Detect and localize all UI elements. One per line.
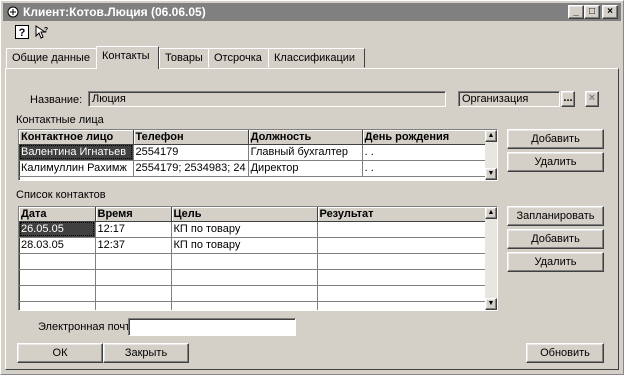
table-cell[interactable] <box>171 285 318 302</box>
contacts-list-title: Список контактов <box>16 189 106 201</box>
column-header[interactable]: День рождения <box>362 130 487 145</box>
name-field[interactable]: Люция <box>88 91 446 107</box>
whats-this-icon[interactable]: ? <box>35 25 49 39</box>
table-cell[interactable]: . . <box>362 144 487 161</box>
browse-button[interactable]: ... <box>561 91 575 107</box>
contacts-list-scrollbar[interactable]: ▲ ▼ <box>485 207 497 310</box>
column-header[interactable]: Цель <box>171 207 318 222</box>
contact-persons-header: Контактное лицо Телефон Должность День р… <box>19 130 487 145</box>
table-cell[interactable]: Главный бухгалтер <box>248 144 363 161</box>
table-cell[interactable] <box>95 253 172 270</box>
table-row[interactable]: Калимуллин Рахимж 2554179; 2534983; 24 Д… <box>19 160 487 177</box>
add-contact-person-button[interactable]: Добавить <box>507 129 604 149</box>
add-contact-button[interactable]: Добавить <box>507 229 604 249</box>
table-cell[interactable] <box>317 301 486 310</box>
tab-deferral[interactable]: Отсрочка <box>208 48 269 68</box>
table-cell[interactable] <box>317 285 486 302</box>
email-field[interactable] <box>128 318 296 336</box>
tab-classifications[interactable]: Классификации <box>268 48 365 68</box>
contact-persons-table: Контактное лицо Телефон Должность День р… <box>19 130 487 177</box>
svg-text:?: ? <box>19 27 26 39</box>
email-label: Электронная почта: <box>38 321 140 333</box>
column-header[interactable]: Телефон <box>133 130 249 145</box>
help-icon[interactable]: ? <box>15 25 29 39</box>
table-cell[interactable] <box>171 301 318 310</box>
tab-general[interactable]: Общие данные <box>6 48 97 68</box>
table-cell[interactable]: . . <box>362 160 487 177</box>
client-window: Клиент:Котов.Люция (06.06.05) _ □ × ? ? … <box>0 0 624 375</box>
column-header[interactable]: Дата <box>19 207 96 222</box>
org-type-field[interactable]: Организация <box>458 91 560 107</box>
refresh-button[interactable]: Обновить <box>526 343 604 363</box>
column-header[interactable]: Контактное лицо <box>19 130 134 145</box>
table-cell[interactable] <box>171 269 318 286</box>
table-cell[interactable]: 12:37 <box>95 237 172 254</box>
table-row[interactable] <box>19 253 486 270</box>
contacts-list-header: Дата Время Цель Результат <box>19 207 486 222</box>
close-dialog-button[interactable]: Закрыть <box>103 343 189 363</box>
table-cell[interactable] <box>95 301 172 310</box>
column-header[interactable]: Должность <box>248 130 363 145</box>
table-cell[interactable] <box>95 285 172 302</box>
scroll-down-icon[interactable]: ▼ <box>485 298 497 310</box>
table-cell[interactable]: Калимуллин Рахимж <box>19 160 134 177</box>
scroll-down-icon[interactable]: ▼ <box>485 168 497 180</box>
column-header[interactable]: Время <box>95 207 172 222</box>
maximize-button[interactable]: □ <box>584 5 600 19</box>
scroll-up-icon[interactable]: ▲ <box>485 207 497 219</box>
ok-button[interactable]: ОК <box>17 343 103 363</box>
table-cell[interactable]: 28.03.05 <box>19 237 96 254</box>
table-cell[interactable]: Директор <box>248 160 363 177</box>
table-cell[interactable]: Валентина Игнатьев <box>19 144 134 161</box>
title-bar[interactable]: Клиент:Котов.Люция (06.06.05) _ □ × <box>3 3 621 21</box>
table-cell[interactable] <box>95 269 172 286</box>
table-cell[interactable] <box>317 269 486 286</box>
close-button[interactable]: × <box>602 5 618 19</box>
table-row[interactable] <box>19 269 486 286</box>
contact-persons-title: Контактные лица <box>16 114 104 126</box>
contact-persons-scrollbar[interactable]: ▲ ▼ <box>485 130 497 180</box>
table-row[interactable]: 28.03.05 12:37 КП по товару <box>19 237 486 254</box>
window-title: Клиент:Котов.Люция (06.06.05) <box>23 5 206 19</box>
contacts-tab-panel: Название: Люция Организация ... × Контак… <box>5 68 619 370</box>
table-cell[interactable]: 2554179; 2534983; 24 <box>133 160 249 177</box>
table-cell[interactable] <box>19 269 96 286</box>
scroll-up-icon[interactable]: ▲ <box>485 130 497 142</box>
contacts-list-table: Дата Время Цель Результат 26.05.05 12:17… <box>19 207 486 310</box>
tab-contacts[interactable]: Контакты <box>96 46 159 69</box>
contacts-list-grid[interactable]: Дата Время Цель Результат 26.05.05 12:17… <box>18 206 498 311</box>
table-cell[interactable] <box>317 221 486 238</box>
table-row[interactable] <box>19 301 486 310</box>
tab-goods[interactable]: Товары <box>159 48 209 68</box>
table-cell[interactable]: КП по товару <box>171 237 318 254</box>
table-cell[interactable]: 2554179 <box>133 144 249 161</box>
table-cell[interactable] <box>317 253 486 270</box>
table-row[interactable] <box>19 285 486 302</box>
delete-contact-person-button[interactable]: Удалить <box>507 152 604 172</box>
table-cell[interactable]: 12:17 <box>95 221 172 238</box>
svg-text:?: ? <box>44 27 48 34</box>
plan-contact-button[interactable]: Запланировать <box>507 206 604 226</box>
table-cell[interactable]: 26.05.05 <box>19 221 96 238</box>
clear-button[interactable]: × <box>585 91 599 107</box>
column-header[interactable]: Результат <box>317 207 486 222</box>
table-cell[interactable] <box>19 253 96 270</box>
table-cell[interactable] <box>19 301 96 310</box>
minimize-button[interactable]: _ <box>568 5 584 19</box>
table-cell[interactable] <box>317 237 486 254</box>
table-row[interactable]: Валентина Игнатьев 2554179 Главный бухга… <box>19 144 487 161</box>
contact-persons-grid[interactable]: Контактное лицо Телефон Должность День р… <box>18 129 498 181</box>
name-label: Название: <box>30 94 83 106</box>
app-icon <box>7 6 19 18</box>
table-cell[interactable] <box>19 285 96 302</box>
table-cell[interactable]: КП по товару <box>171 221 318 238</box>
table-cell[interactable] <box>171 253 318 270</box>
table-row[interactable]: 26.05.05 12:17 КП по товару <box>19 221 486 238</box>
delete-contact-button[interactable]: Удалить <box>507 252 604 272</box>
